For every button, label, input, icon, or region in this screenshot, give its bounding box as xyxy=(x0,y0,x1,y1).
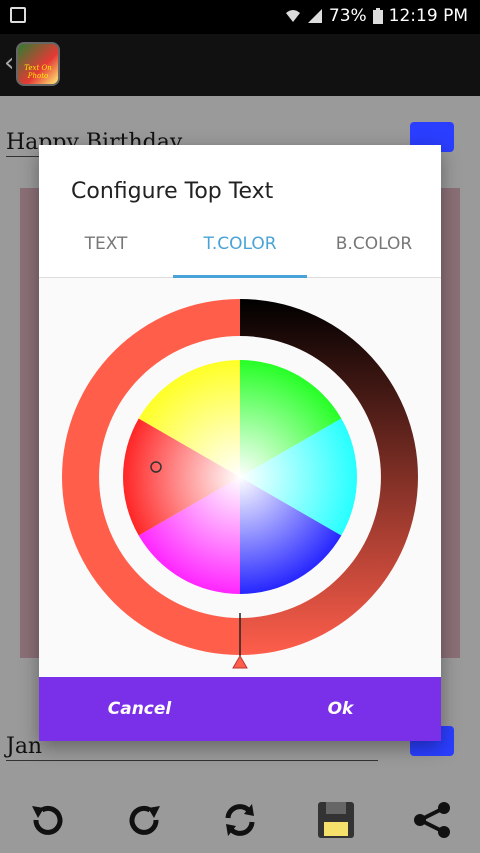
tab-text-color[interactable]: T.COLOR xyxy=(173,211,307,278)
redo-icon[interactable] xyxy=(120,796,168,844)
dialog-title: Configure Top Text xyxy=(71,179,274,204)
status-bar: 73% 12:19 PM xyxy=(0,0,480,34)
save-icon[interactable] xyxy=(312,796,360,844)
battery-percent: 73% xyxy=(328,6,367,26)
app-toolbar: ‹ Text On Photo xyxy=(0,34,480,96)
app-logo[interactable]: Text On Photo xyxy=(16,42,60,86)
configure-text-dialog: Configure Top Text TEXT T.COLOR B.COLOR xyxy=(39,145,441,741)
cancel-button[interactable]: Cancel xyxy=(39,677,240,741)
clock: 12:19 PM xyxy=(388,6,468,26)
tab-background-color[interactable]: B.COLOR xyxy=(307,211,441,277)
hue-saturation-wheel[interactable] xyxy=(123,360,357,594)
bottom-toolbar xyxy=(0,787,480,853)
signal-icon xyxy=(307,9,322,23)
app-logo-text: Text On Photo xyxy=(24,64,52,80)
tab-text[interactable]: TEXT xyxy=(39,211,173,277)
back-chevron-icon[interactable]: ‹ xyxy=(4,48,14,78)
status-right: 73% 12:19 PM xyxy=(285,6,468,26)
wifi-icon xyxy=(285,10,300,22)
battery-icon xyxy=(372,8,383,24)
dialog-tabs: TEXT T.COLOR B.COLOR xyxy=(39,211,441,278)
refresh-icon[interactable] xyxy=(216,796,264,844)
ok-button[interactable]: Ok xyxy=(240,677,441,741)
share-icon[interactable] xyxy=(408,796,456,844)
image-icon xyxy=(10,7,26,23)
color-picker[interactable] xyxy=(39,278,441,678)
dialog-actions: Cancel Ok xyxy=(39,677,441,741)
ring-pointer-triangle-icon[interactable] xyxy=(232,655,248,669)
undo-icon[interactable] xyxy=(24,796,72,844)
color-picker-area xyxy=(39,278,441,678)
